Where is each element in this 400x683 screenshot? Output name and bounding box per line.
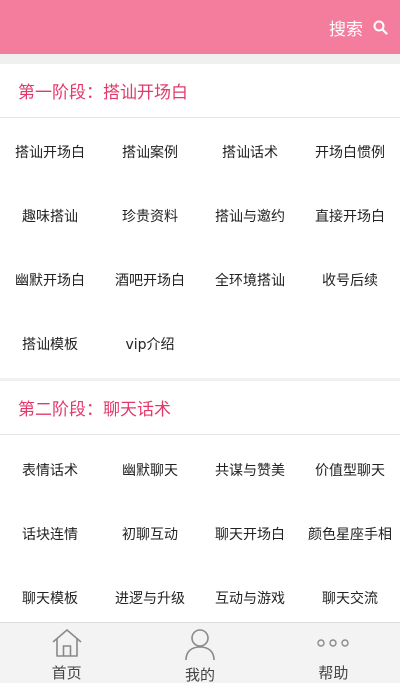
grid-item[interactable]: 搭讪话术 — [200, 120, 300, 184]
tab-mine[interactable]: 我的 — [133, 623, 266, 683]
grid-item[interactable]: 聊天模板 — [0, 566, 100, 630]
grid-item[interactable]: 酒吧开场白 — [100, 248, 200, 312]
grid-item[interactable]: 表情话术 — [0, 438, 100, 502]
grid-item[interactable]: 互动与游戏 — [200, 566, 300, 630]
tab-label: 首页 — [51, 664, 82, 682]
user-icon — [184, 627, 216, 661]
grid-item[interactable]: 全环境搭讪 — [200, 248, 300, 312]
grid-item[interactable]: 搭讪与邀约 — [200, 184, 300, 248]
grid-item[interactable]: 搭讪模板 — [0, 312, 100, 376]
grid-item[interactable]: vip介绍 — [100, 312, 200, 376]
grid-item[interactable]: 初聊互动 — [100, 502, 200, 566]
grid-item[interactable]: 聊天交流 — [300, 566, 400, 630]
grid-item[interactable]: 价值型聊天 — [300, 438, 400, 502]
grid-item[interactable]: 趣味搭讪 — [0, 184, 100, 248]
grid-item[interactable]: 直接开场白 — [300, 184, 400, 248]
grid-item[interactable]: 幽默聊天 — [100, 438, 200, 502]
search-icon — [373, 20, 388, 35]
grid-item[interactable]: 聊天开场白 — [200, 502, 300, 566]
more-dots-icon — [316, 627, 350, 659]
home-icon — [50, 627, 84, 659]
tab-label: 帮助 — [318, 664, 349, 682]
section-stage-two: 第二阶段：聊天话术 表情话术 幽默聊天 共谋与赞美 价值型聊天 话块连情 初聊互… — [0, 381, 400, 622]
search-button[interactable]: 搜索 — [329, 0, 388, 54]
grid-item[interactable]: 幽默开场白 — [0, 248, 100, 312]
grid-item[interactable]: 开场白惯例 — [300, 120, 400, 184]
section-title: 第二阶段：聊天话术 — [0, 381, 400, 435]
bottom-tab-bar: 首页 我的 帮助 — [0, 622, 400, 683]
grid-item[interactable]: 共谋与赞美 — [200, 438, 300, 502]
grid-item[interactable]: 进逻与升级 — [100, 566, 200, 630]
section-stage-one: 第一阶段：搭讪开场白 搭讪开场白 搭讪案例 搭讪话术 开场白惯例 趣味搭讪 珍贵… — [0, 64, 400, 378]
tab-help[interactable]: 帮助 — [267, 623, 400, 683]
section-title: 第一阶段：搭讪开场白 — [0, 64, 400, 118]
tab-home[interactable]: 首页 — [0, 623, 133, 683]
grid-item[interactable]: 搭讪开场白 — [0, 120, 100, 184]
grid-item[interactable]: 颜色星座手相 — [300, 502, 400, 566]
top-bar: 搜索 — [0, 0, 400, 54]
tab-label: 我的 — [184, 666, 215, 683]
grid-item[interactable]: 搭讪案例 — [100, 120, 200, 184]
grid-item[interactable]: 珍贵资料 — [100, 184, 200, 248]
topic-grid: 表情话术 幽默聊天 共谋与赞美 价值型聊天 话块连情 初聊互动 聊天开场白 颜色… — [0, 435, 400, 630]
search-label: 搜索 — [329, 19, 363, 40]
grid-item[interactable]: 话块连情 — [0, 502, 100, 566]
topic-grid: 搭讪开场白 搭讪案例 搭讪话术 开场白惯例 趣味搭讪 珍贵资料 搭讪与邀约 直接… — [0, 118, 400, 378]
grid-item[interactable]: 收号后续 — [300, 248, 400, 312]
